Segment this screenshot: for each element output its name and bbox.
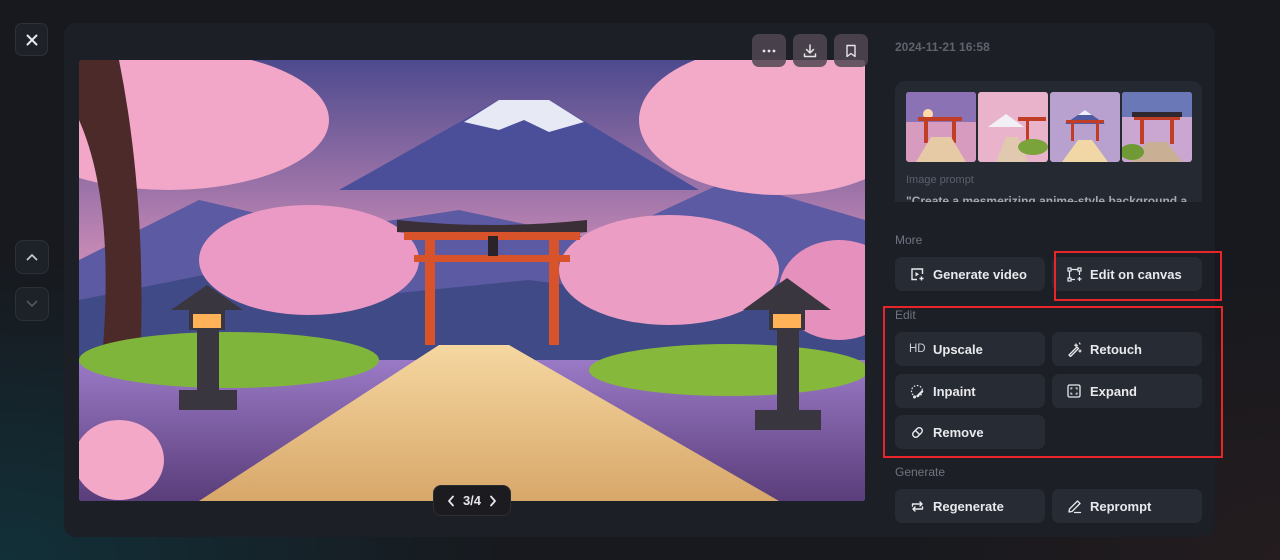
expand-button[interactable]: Expand <box>1052 374 1202 408</box>
regenerate-label: Regenerate <box>933 498 1004 514</box>
thumbnail-2[interactable] <box>978 92 1048 162</box>
pager-next-button[interactable] <box>489 495 497 507</box>
upscale-button[interactable]: HD Upscale <box>895 332 1045 366</box>
close-button[interactable] <box>15 23 48 56</box>
pager-count: 3/4 <box>462 493 482 508</box>
canvas-select-icon <box>1066 266 1082 282</box>
reprompt-label: Reprompt <box>1090 498 1152 514</box>
expand-frame-icon <box>1067 384 1081 398</box>
more-options-button[interactable] <box>752 34 786 67</box>
magic-wand-icon <box>1067 341 1082 357</box>
creation-timestamp: 2024-11-21 16:58 <box>895 40 990 54</box>
remove-label: Remove <box>933 424 984 440</box>
section-label-more: More <box>895 233 923 247</box>
brush-lasso-icon <box>910 384 923 398</box>
chevron-right-icon <box>490 495 496 506</box>
eraser-icon <box>911 426 923 438</box>
prompt-label: Image prompt <box>906 174 974 186</box>
bookmark-icon <box>846 44 856 57</box>
next-image-button[interactable] <box>15 287 49 321</box>
upscale-label: Upscale <box>933 341 983 357</box>
hd-icon: HD <box>909 343 926 355</box>
bookmark-button[interactable] <box>834 34 868 67</box>
image-pager: 3/4 <box>433 485 511 516</box>
inpaint-label: Inpaint <box>933 383 976 399</box>
thumbnail-3[interactable] <box>1050 92 1120 162</box>
inpaint-button[interactable]: Inpaint <box>895 374 1045 408</box>
chevron-left-icon <box>448 495 454 506</box>
section-label-edit: Edit <box>895 308 916 322</box>
regenerate-button[interactable]: Regenerate <box>895 489 1045 523</box>
previous-image-button[interactable] <box>15 240 49 274</box>
retouch-button[interactable]: Retouch <box>1052 332 1202 366</box>
download-icon <box>803 43 817 57</box>
expand-label: Expand <box>1090 383 1137 399</box>
section-label-generate: Generate <box>895 465 946 479</box>
image-toolbar <box>752 34 868 67</box>
thumbnail-4[interactable] <box>1122 92 1192 162</box>
video-plus-icon <box>910 267 923 280</box>
thumbnail-strip <box>906 92 1192 162</box>
close-icon <box>26 34 37 45</box>
reprompt-button[interactable]: Reprompt <box>1052 489 1202 523</box>
chevron-up-icon <box>26 254 38 261</box>
thumbnail-1[interactable] <box>906 92 976 162</box>
download-button[interactable] <box>793 34 827 67</box>
retouch-label: Retouch <box>1090 341 1142 357</box>
edit-on-canvas-label: Edit on canvas <box>1090 266 1182 282</box>
ellipsis-icon <box>762 49 776 52</box>
generate-video-label: Generate video <box>933 266 1027 282</box>
prompt-text: "Create a mesmerizing anime-style backgr… <box>906 194 1188 202</box>
generate-video-button[interactable]: Generate video <box>895 257 1045 291</box>
pager-prev-button[interactable] <box>447 495 455 507</box>
prompt-card: Image prompt "Create a mesmerizing anime… <box>895 81 1202 202</box>
main-image <box>79 60 865 501</box>
repeat-icon <box>911 500 923 512</box>
chevron-down-icon <box>26 300 38 307</box>
remove-button[interactable]: Remove <box>895 415 1045 449</box>
edit-on-canvas-button[interactable]: Edit on canvas <box>1052 257 1202 291</box>
pencil-icon <box>1067 499 1081 513</box>
